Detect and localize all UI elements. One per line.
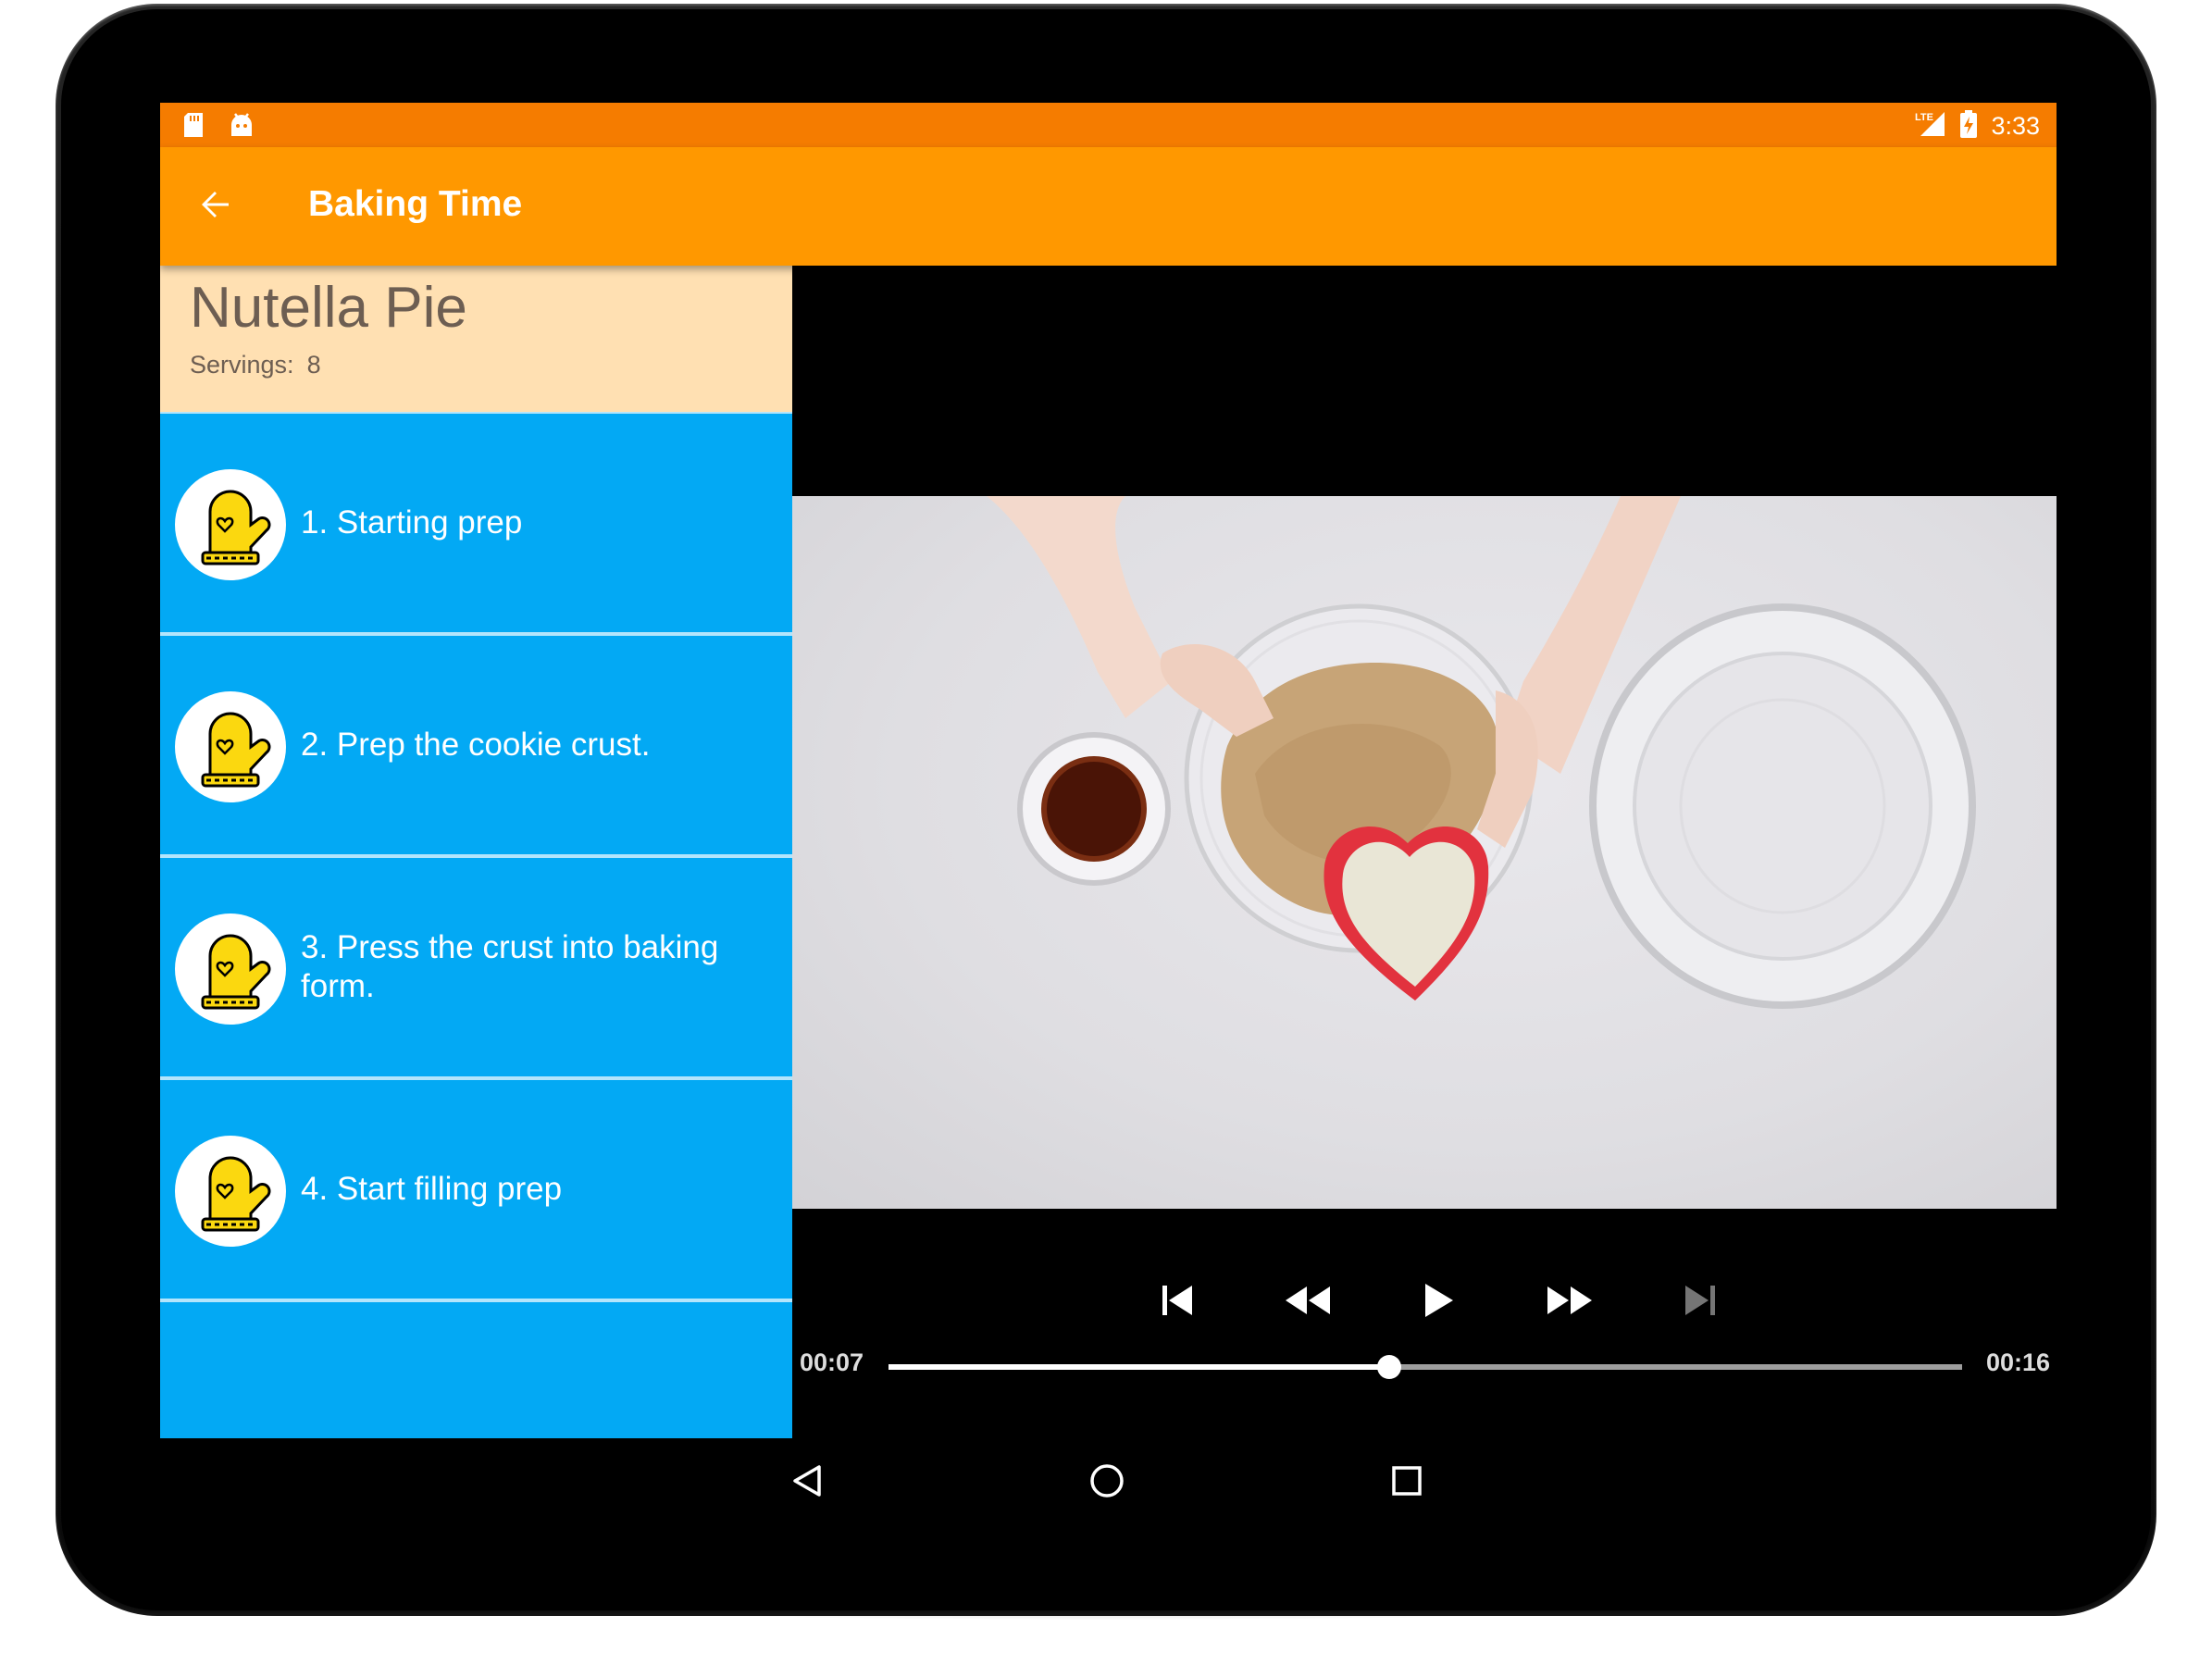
oven-mitt-icon [175, 469, 286, 580]
play-button[interactable] [1406, 1270, 1471, 1335]
battery-charging-icon [1959, 110, 1978, 143]
step-label: 4. Start filling prep [301, 1171, 563, 1207]
current-time: 00:07 [800, 1348, 864, 1376]
recents-square-icon [1388, 1462, 1425, 1504]
back-triangle-icon [789, 1462, 826, 1504]
step-label: 3. Press the crust into baking form. [301, 929, 719, 1004]
skip-previous-button[interactable] [1145, 1270, 1210, 1335]
servings-label: Servings: [190, 351, 294, 379]
seek-thumb[interactable] [1377, 1355, 1402, 1379]
step-item[interactable]: 2. Prep the cookie crust. [160, 636, 792, 858]
skip-previous-icon [1159, 1284, 1196, 1322]
steps-pane[interactable]: 1. Starting prep 2. Prep the cookie crus… [160, 266, 792, 1438]
status-bar: LTE 3:33 [160, 103, 2057, 147]
servings-value: 8 [306, 351, 321, 379]
step-item[interactable]: 4. Start filling prep [160, 1080, 792, 1302]
app-title: Baking Time [308, 184, 523, 224]
fast-forward-icon [1546, 1285, 1594, 1321]
back-button[interactable] [188, 179, 243, 234]
servings: Servings: 8 [190, 351, 321, 379]
duration-time: 00:16 [1986, 1348, 2051, 1376]
arrow-back-icon [199, 188, 232, 226]
rewind-button[interactable] [1275, 1270, 1340, 1335]
player-controls [792, 1270, 2057, 1335]
nav-back-button[interactable] [780, 1455, 836, 1510]
step-item-next[interactable] [160, 1302, 792, 1438]
step-item[interactable]: 1. Starting prep [160, 414, 792, 636]
video-surface[interactable] [792, 496, 2057, 1209]
navigation-bar [160, 1438, 2057, 1526]
rewind-icon [1284, 1285, 1332, 1321]
clock: 3:33 [1991, 112, 2040, 140]
nav-home-button[interactable] [1079, 1455, 1135, 1510]
step-item[interactable]: 3. Press the crust into baking form. [160, 858, 792, 1080]
device-screen: LTE 3:33 Baking Time 1. Starting prep 2.… [160, 103, 2057, 1526]
fast-forward-button[interactable] [1537, 1270, 1602, 1335]
skip-next-button[interactable] [1668, 1270, 1733, 1335]
seek-played [889, 1364, 1390, 1370]
oven-mitt-icon [175, 914, 286, 1025]
skip-next-icon [1682, 1284, 1719, 1322]
oven-mitt-icon [175, 1136, 286, 1247]
oven-mitt-icon [175, 691, 286, 802]
recipe-header: Nutella Pie Servings: 8 [160, 266, 792, 412]
android-icon [229, 112, 255, 143]
svg-text:LTE: LTE [1915, 112, 1933, 123]
video-player: 00:07 00:16 [792, 266, 2057, 1438]
home-circle-icon [1088, 1462, 1125, 1504]
recipe-name: Nutella Pie [190, 276, 467, 340]
lte-signal-icon: LTE [1915, 110, 1946, 143]
sd-card-icon [182, 112, 205, 143]
app-bar: Baking Time [160, 147, 2057, 266]
video-frame-image [987, 496, 1976, 1009]
nav-recents-button[interactable] [1379, 1455, 1435, 1510]
play-icon [1422, 1282, 1455, 1324]
step-label: 2. Prep the cookie crust. [301, 727, 651, 763]
step-label: 1. Starting prep [301, 504, 523, 541]
seek-bar[interactable] [889, 1355, 1962, 1379]
